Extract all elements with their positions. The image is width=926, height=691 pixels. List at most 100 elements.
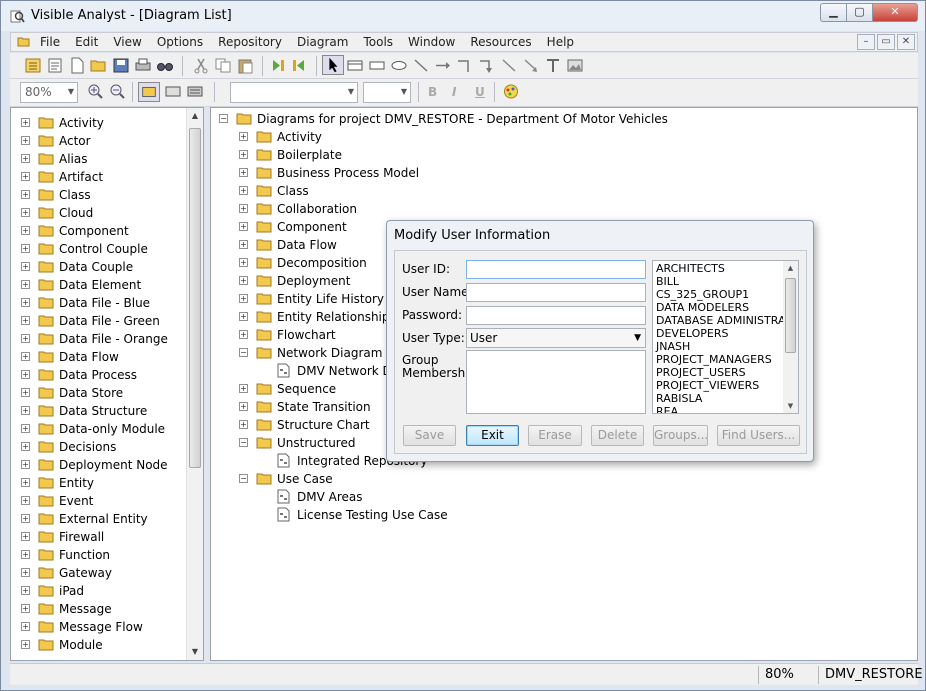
expand-icon[interactable]: +	[21, 514, 30, 523]
user-type-select[interactable]: User ▼	[466, 328, 646, 348]
expander-icon[interactable]: +	[239, 222, 248, 231]
open-icon[interactable]	[90, 57, 108, 74]
collapse-icon[interactable]: −	[219, 114, 228, 123]
expander-icon[interactable]: +	[239, 132, 248, 141]
menu-resources[interactable]: Resources	[470, 35, 531, 49]
ellipse-tool-icon[interactable]	[390, 57, 408, 74]
scroll-up-icon[interactable]: ▲	[783, 261, 798, 275]
expander-icon[interactable]: +	[239, 168, 248, 177]
paste-icon[interactable]	[236, 57, 254, 74]
menu-options[interactable]: Options	[157, 35, 203, 49]
expand-icon[interactable]: +	[21, 154, 30, 163]
expander-icon[interactable]: +	[239, 150, 248, 159]
expand-icon[interactable]: +	[21, 586, 30, 595]
underline-button[interactable]: U	[475, 85, 485, 99]
group-item[interactable]: RABISLA	[656, 392, 702, 405]
expand-icon[interactable]: +	[21, 118, 30, 127]
expand-icon[interactable]: +	[21, 190, 30, 199]
scroll-thumb[interactable]	[785, 278, 796, 353]
print-icon[interactable]	[134, 57, 152, 74]
group-item[interactable]: PROJECT_MANAGERS	[656, 353, 772, 366]
object-type-tree[interactable]: + Activity + Actor + Alias + Artifact + Class + Clo…	[10, 107, 204, 661]
expand-icon[interactable]: +	[21, 172, 30, 181]
expander-icon[interactable]: +	[239, 330, 248, 339]
delete-button[interactable]: Delete	[591, 425, 644, 446]
group-item[interactable]: JNASH	[656, 340, 690, 353]
expand-icon[interactable]: +	[21, 478, 30, 487]
menu-help[interactable]: Help	[547, 35, 574, 49]
zoom-in-icon[interactable]	[86, 83, 104, 100]
mdi-close-button[interactable]: ✕	[897, 34, 915, 50]
scroll-down-icon[interactable]: ▼	[783, 399, 798, 413]
title-bar[interactable]: Visible Analyst - [Diagram List] ▁ ▢ ✕	[1, 1, 925, 31]
groups-button[interactable]: Groups...	[653, 425, 708, 446]
play-step-icon[interactable]	[270, 57, 288, 74]
expander-icon[interactable]: −	[239, 348, 248, 357]
menu-edit[interactable]: Edit	[75, 35, 98, 49]
group-item[interactable]: REA	[656, 405, 678, 413]
scroll-up-icon[interactable]: ▲	[187, 108, 203, 124]
expand-icon[interactable]: +	[21, 496, 30, 505]
menu-window[interactable]: Window	[408, 35, 455, 49]
expander-icon[interactable]: +	[239, 258, 248, 267]
view-large-icon[interactable]	[138, 82, 160, 102]
italic-button[interactable]: I	[452, 85, 456, 99]
expand-icon[interactable]: +	[21, 298, 30, 307]
expander-icon[interactable]: +	[239, 312, 248, 321]
expand-icon[interactable]: +	[21, 226, 30, 235]
expander-icon[interactable]: −	[239, 474, 248, 483]
user-id-input[interactable]	[466, 260, 646, 279]
user-name-input[interactable]	[466, 283, 646, 302]
elbow-arrow-icon[interactable]	[478, 57, 496, 74]
diagonal-line-icon[interactable]	[500, 57, 518, 74]
expand-icon[interactable]: +	[21, 280, 30, 289]
expand-icon[interactable]: +	[21, 352, 30, 361]
expand-icon[interactable]: +	[21, 316, 30, 325]
minimize-button[interactable]: ▁	[820, 3, 846, 22]
expander-icon[interactable]: +	[239, 240, 248, 249]
expand-icon[interactable]: +	[21, 622, 30, 631]
view-small-icon[interactable]	[186, 83, 204, 100]
rectangle-tool-icon[interactable]	[346, 57, 364, 74]
group-item[interactable]: ARCHITECTS	[656, 262, 725, 275]
find-icon[interactable]	[156, 57, 174, 74]
scroll-down-icon[interactable]: ▼	[187, 644, 203, 660]
save-button[interactable]: Save	[403, 425, 456, 446]
pointer-icon[interactable]	[322, 55, 344, 75]
new-document-icon[interactable]	[68, 57, 86, 74]
menu-file[interactable]: File	[40, 35, 60, 49]
arrow-tool-icon[interactable]	[434, 57, 452, 74]
expand-icon[interactable]: +	[21, 424, 30, 433]
erase-button[interactable]: Erase	[528, 425, 582, 446]
zoom-combo[interactable]: 80% ▼	[20, 82, 78, 103]
maximize-button[interactable]: ▢	[846, 3, 872, 22]
expand-icon[interactable]: +	[21, 442, 30, 451]
menu-view[interactable]: View	[113, 35, 141, 49]
expander-icon[interactable]: +	[239, 402, 248, 411]
mdi-minimize-button[interactable]: –	[857, 34, 875, 50]
find-users-button[interactable]: Find Users...	[717, 425, 800, 446]
copy-icon[interactable]	[214, 57, 232, 74]
mdi-restore-button[interactable]: ▭	[877, 34, 895, 50]
expand-icon[interactable]: +	[21, 262, 30, 271]
expander-icon[interactable]: −	[239, 438, 248, 447]
view-medium-icon[interactable]	[164, 83, 182, 100]
password-input[interactable]	[466, 306, 646, 325]
expand-icon[interactable]: +	[21, 244, 30, 253]
expand-icon[interactable]: +	[21, 460, 30, 469]
menu-tools[interactable]: Tools	[363, 35, 393, 49]
play-back-icon[interactable]	[290, 57, 308, 74]
expand-icon[interactable]: +	[21, 640, 30, 649]
expand-icon[interactable]: +	[21, 334, 30, 343]
expand-icon[interactable]: +	[21, 604, 30, 613]
open-folder-icon[interactable]	[17, 35, 31, 48]
scroll-thumb[interactable]	[189, 128, 201, 468]
expand-icon[interactable]: +	[21, 406, 30, 415]
expander-icon[interactable]: +	[239, 294, 248, 303]
repository-icon[interactable]	[24, 57, 42, 74]
save-icon[interactable]	[112, 57, 130, 74]
exit-button[interactable]: Exit	[466, 425, 519, 446]
group-item[interactable]: BILL	[656, 275, 679, 288]
group-item[interactable]: PROJECT_VIEWERS	[656, 379, 759, 392]
expander-icon[interactable]: +	[239, 276, 248, 285]
